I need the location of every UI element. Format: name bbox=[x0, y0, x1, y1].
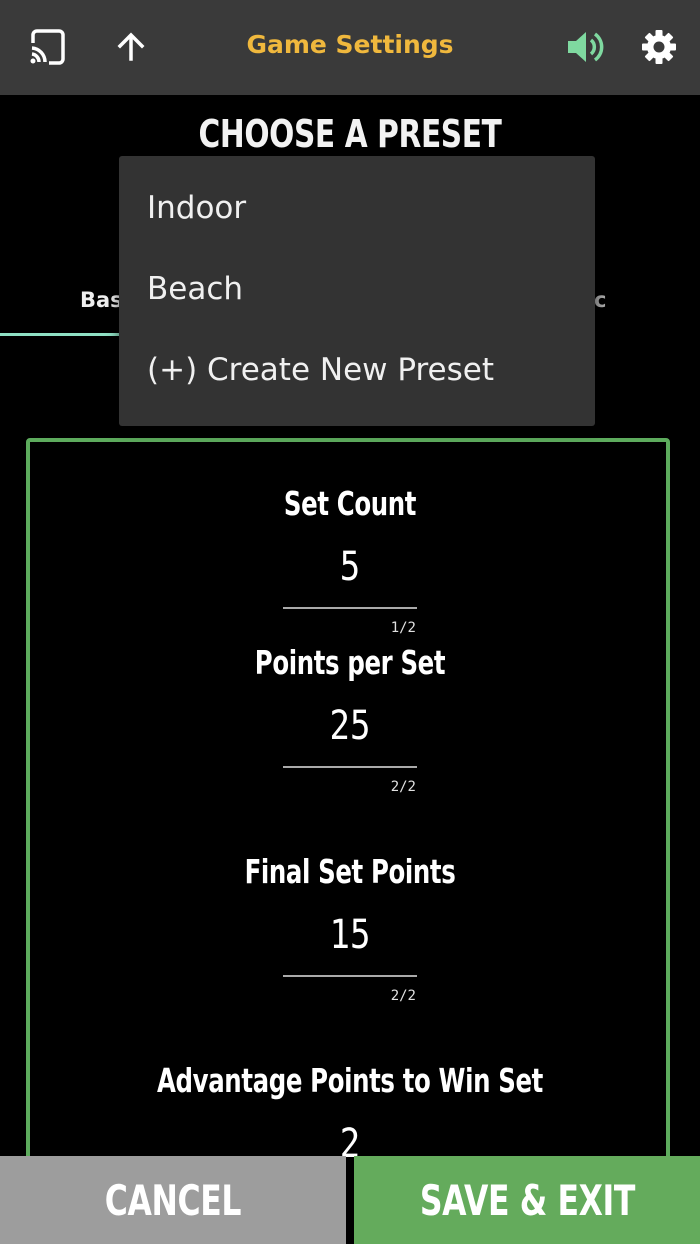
volume-icon bbox=[568, 32, 604, 62]
final-set-points-char-counter: 2/2 bbox=[390, 988, 416, 1004]
cast-icon bbox=[30, 29, 65, 65]
points-per-set-underline bbox=[283, 766, 417, 768]
set-count-input[interactable]: 5 bbox=[53, 544, 648, 590]
advantage-points-label: Advantage Points to Win Set bbox=[157, 1061, 543, 1100]
set-count-underline bbox=[283, 607, 417, 609]
top-bar: Game Settings bbox=[0, 0, 700, 95]
preset-heading: CHOOSE A PRESET bbox=[198, 112, 502, 156]
set-count-label: Set Count bbox=[283, 484, 417, 523]
settings-button[interactable] bbox=[634, 22, 684, 72]
points-per-set-label: Points per Set bbox=[254, 643, 446, 682]
game-settings-screen: Game Settings CHOOSE A PRESET Bas c Indo… bbox=[0, 0, 700, 1244]
cancel-button-label: CANCEL bbox=[104, 1175, 242, 1225]
upload-button[interactable] bbox=[106, 22, 156, 72]
tab-advanced[interactable]: c bbox=[594, 288, 606, 312]
tab-basic[interactable]: Bas bbox=[80, 288, 123, 312]
points-per-set-char-counter: 2/2 bbox=[390, 779, 416, 795]
page-title: Game Settings bbox=[246, 30, 454, 59]
set-count-char-counter: 1/2 bbox=[390, 620, 416, 636]
preset-option-beach[interactable]: Beach bbox=[147, 271, 243, 307]
cancel-button[interactable]: CANCEL bbox=[0, 1156, 346, 1244]
arrow-up-icon bbox=[117, 32, 145, 61]
final-set-points-input[interactable]: 15 bbox=[53, 912, 648, 958]
final-set-points-label: Final Set Points bbox=[244, 852, 456, 891]
cast-button[interactable] bbox=[22, 22, 72, 72]
preset-option-indoor[interactable]: Indoor bbox=[147, 190, 246, 226]
create-new-preset-option[interactable]: (+) Create New Preset bbox=[147, 352, 494, 388]
save-and-exit-button-label: SAVE & EXIT bbox=[419, 1175, 635, 1225]
tab-indicator bbox=[0, 333, 120, 336]
save-and-exit-button[interactable]: SAVE & EXIT bbox=[354, 1156, 700, 1244]
gear-icon bbox=[642, 30, 676, 64]
points-per-set-input[interactable]: 25 bbox=[53, 703, 648, 749]
sound-toggle-button[interactable] bbox=[560, 22, 610, 72]
final-set-points-underline bbox=[283, 975, 417, 977]
preset-dropdown-menu: Indoor Beach (+) Create New Preset bbox=[119, 156, 595, 426]
